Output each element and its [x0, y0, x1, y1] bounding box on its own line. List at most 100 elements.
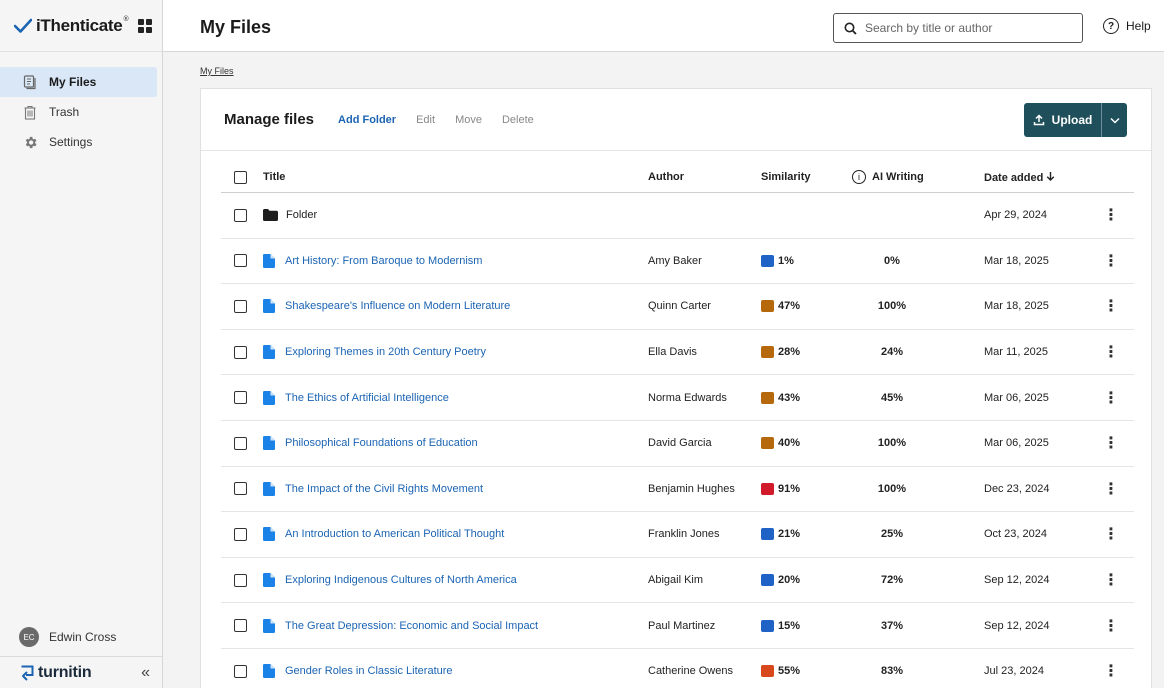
file-icon	[263, 573, 275, 588]
similarity-score[interactable]: 47%	[761, 300, 800, 313]
row-checkbox[interactable]	[234, 345, 247, 359]
column-header-author[interactable]: Author	[648, 171, 684, 183]
table-row[interactable]: Exploring Indigenous Cultures of North A…	[221, 558, 1134, 604]
user-menu[interactable]: EC Edwin Cross	[0, 624, 162, 650]
app-switcher-icon[interactable]	[138, 18, 153, 33]
similarity-score[interactable]: 55%	[761, 665, 800, 678]
table-row[interactable]: Shakespeare's Influence on Modern Litera…	[221, 284, 1134, 330]
similarity-score[interactable]: 1%	[761, 254, 794, 267]
upload-options-button[interactable]	[1101, 103, 1127, 137]
document-link[interactable]: Philosophical Foundations of Education	[263, 436, 478, 451]
help-button[interactable]: ? Help	[1103, 18, 1151, 34]
document-link[interactable]: The Ethics of Artificial Intelligence	[263, 390, 449, 405]
ai-writing-score[interactable]: 100%	[851, 437, 933, 449]
upload-button[interactable]: Upload	[1024, 103, 1101, 137]
row-title: Exploring Indigenous Cultures of North A…	[285, 574, 517, 587]
row-title: Shakespeare's Influence on Modern Litera…	[285, 300, 511, 313]
similarity-score[interactable]: 21%	[761, 528, 801, 541]
similarity-score[interactable]: 28%	[761, 346, 800, 359]
search-box[interactable]	[833, 13, 1083, 43]
row-checkbox[interactable]	[234, 527, 247, 541]
similarity-badge-color	[761, 482, 774, 495]
table-row[interactable]: Art History: From Baroque to Modernism A…	[221, 239, 1134, 285]
move-button[interactable]: Move	[455, 114, 482, 126]
document-link[interactable]: An Introduction to American Political Th…	[263, 527, 504, 542]
row-title: Folder	[286, 209, 318, 222]
similarity-score[interactable]: 15%	[761, 619, 800, 632]
delete-button[interactable]: Delete	[502, 114, 534, 126]
document-link[interactable]: Exploring Indigenous Cultures of North A…	[263, 573, 517, 588]
sidebar-item-my-files[interactable]: My Files	[0, 67, 157, 97]
upload-icon	[1033, 114, 1044, 126]
row-checkbox[interactable]	[234, 619, 247, 633]
row-checkbox[interactable]	[234, 664, 247, 678]
column-header-date-added[interactable]: Date added	[984, 171, 1055, 184]
sidebar-item-trash[interactable]: Trash	[0, 97, 157, 127]
row-checkbox[interactable]	[234, 482, 247, 496]
table-row[interactable]: An Introduction to American Political Th…	[221, 512, 1134, 558]
ai-writing-score[interactable]: 0%	[851, 255, 933, 267]
sidebar-item-settings[interactable]: Settings	[0, 127, 157, 157]
similarity-value: 1%	[778, 254, 794, 267]
row-checkbox[interactable]	[234, 208, 247, 222]
folder-link[interactable]: Folder	[263, 209, 318, 222]
row-date-added: Mar 06, 2025	[984, 437, 1049, 450]
row-checkbox[interactable]	[234, 436, 247, 450]
similarity-value: 21%	[778, 528, 801, 541]
table-row[interactable]: Folder Apr 29, 2024 ⋮	[221, 193, 1134, 239]
ai-writing-score[interactable]: 100%	[851, 300, 933, 312]
more-options-icon[interactable]: ⋮	[1103, 479, 1119, 499]
document-link[interactable]: Art History: From Baroque to Modernism	[263, 253, 482, 268]
more-options-icon[interactable]: ⋮	[1103, 251, 1119, 271]
row-checkbox[interactable]	[234, 573, 247, 587]
more-options-icon[interactable]: ⋮	[1103, 570, 1119, 590]
row-checkbox[interactable]	[234, 299, 247, 313]
similarity-score[interactable]: 40%	[761, 437, 800, 450]
ai-writing-score[interactable]: 100%	[851, 483, 933, 495]
sidebar: iThenticate® My Files Trash Settings EC …	[0, 0, 163, 688]
more-options-icon[interactable]: ⋮	[1103, 388, 1119, 408]
app-logo[interactable]: iThenticate®	[36, 16, 129, 36]
similarity-score[interactable]: 43%	[761, 391, 800, 404]
more-options-icon[interactable]: ⋮	[1103, 433, 1119, 453]
search-input[interactable]	[865, 21, 1065, 35]
table-row[interactable]: Gender Roles in Classic Literature Cathe…	[221, 649, 1134, 688]
similarity-score[interactable]: 91%	[761, 482, 800, 495]
ai-writing-score[interactable]: 45%	[851, 392, 933, 404]
info-icon[interactable]: i	[852, 170, 866, 184]
more-options-icon[interactable]: ⋮	[1103, 661, 1119, 681]
ai-writing-score[interactable]: 24%	[851, 346, 933, 358]
document-link[interactable]: Shakespeare's Influence on Modern Litera…	[263, 299, 511, 314]
edit-button[interactable]: Edit	[416, 114, 435, 126]
row-author: Franklin Jones	[648, 528, 720, 541]
ai-writing-score[interactable]: 72%	[851, 574, 933, 586]
breadcrumb[interactable]: My Files	[200, 66, 234, 76]
row-checkbox[interactable]	[234, 391, 247, 405]
more-options-icon[interactable]: ⋮	[1103, 524, 1119, 544]
select-all-checkbox[interactable]	[234, 170, 247, 184]
table-row[interactable]: Philosophical Foundations of Education D…	[221, 421, 1134, 467]
table-row[interactable]: The Impact of the Civil Rights Movement …	[221, 467, 1134, 513]
more-options-icon[interactable]: ⋮	[1103, 616, 1119, 636]
more-options-icon[interactable]: ⋮	[1103, 296, 1119, 316]
table-row[interactable]: The Great Depression: Economic and Socia…	[221, 603, 1134, 649]
similarity-score[interactable]: 20%	[761, 574, 800, 587]
column-header-ai-writing[interactable]: i AI Writing	[852, 170, 934, 184]
add-folder-button[interactable]: Add Folder	[338, 114, 396, 126]
ai-writing-score[interactable]: 25%	[851, 528, 933, 540]
table-row[interactable]: Exploring Themes in 20th Century Poetry …	[221, 330, 1134, 376]
my-files-icon	[22, 74, 38, 90]
ai-writing-score[interactable]: 83%	[851, 665, 933, 677]
document-link[interactable]: Exploring Themes in 20th Century Poetry	[263, 345, 486, 360]
table-row[interactable]: The Ethics of Artificial Intelligence No…	[221, 375, 1134, 421]
more-options-icon[interactable]: ⋮	[1103, 205, 1119, 225]
document-link[interactable]: The Impact of the Civil Rights Movement	[263, 481, 483, 496]
ai-writing-score[interactable]: 37%	[851, 620, 933, 632]
column-header-title[interactable]: Title	[263, 171, 285, 183]
column-header-similarity[interactable]: Similarity	[761, 171, 811, 183]
document-link[interactable]: The Great Depression: Economic and Socia…	[263, 618, 538, 633]
more-options-icon[interactable]: ⋮	[1103, 342, 1119, 362]
document-link[interactable]: Gender Roles in Classic Literature	[263, 664, 453, 679]
row-checkbox[interactable]	[234, 254, 247, 268]
collapse-sidebar-icon[interactable]: «	[141, 664, 150, 682]
